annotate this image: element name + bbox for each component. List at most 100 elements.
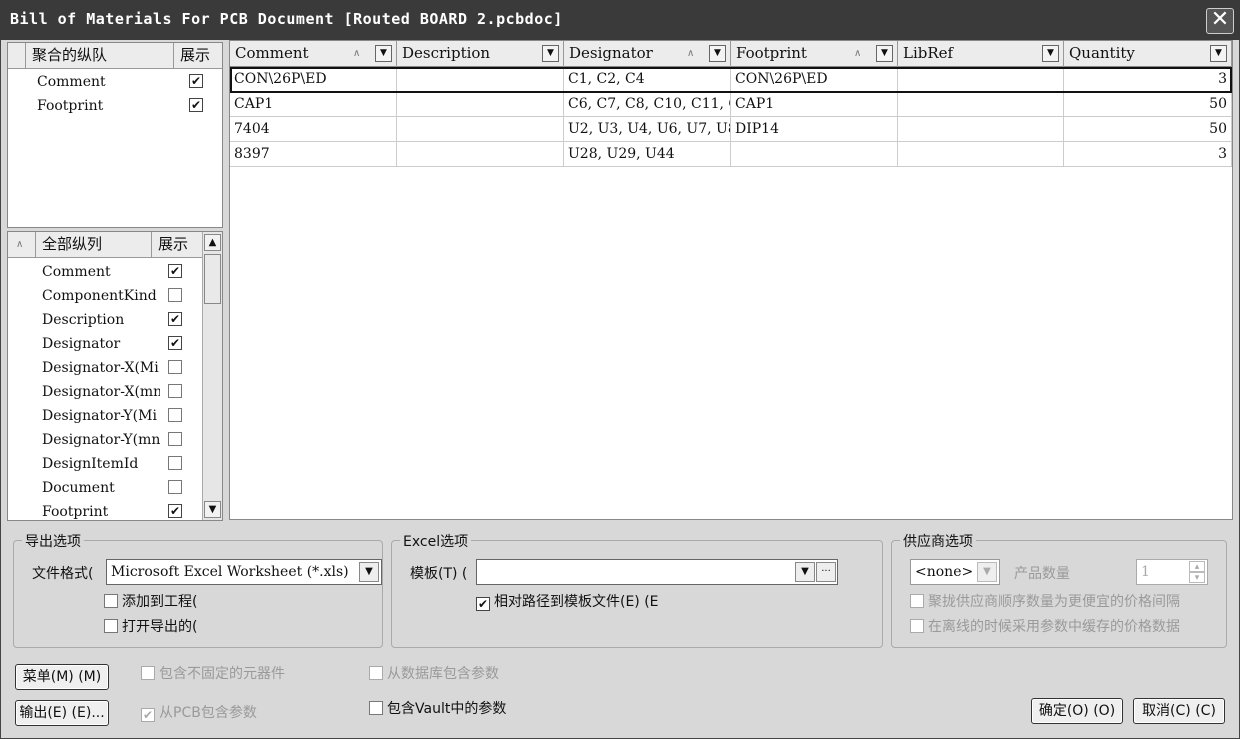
all-columns-name-header[interactable]: 全部纵列 [36, 232, 152, 258]
close-icon[interactable]: ✕ [1206, 8, 1234, 34]
table-cell[interactable]: 50 [1064, 117, 1232, 142]
spin-up-icon[interactable]: ▴ [1189, 561, 1205, 572]
show-checkbox[interactable]: ✔ [168, 336, 182, 350]
offline-cache-checkbox[interactable]: 在离线的时候采用参数中缓存的价格数据 [910, 618, 1222, 636]
scroll-down-icon[interactable]: ▼ [204, 501, 221, 518]
all-column-row[interactable]: Designator-X(mn [8, 380, 204, 404]
table-cell[interactable]: CON\26P\ED [731, 67, 898, 92]
filter-dropdown-icon[interactable]: ▼ [375, 45, 392, 62]
show-checkbox[interactable]: ✔ [189, 74, 203, 88]
scroll-thumb[interactable] [204, 254, 221, 304]
filter-dropdown-icon[interactable]: ▼ [542, 45, 559, 62]
column-header-description[interactable]: Description ▼ [397, 41, 564, 67]
grouped-column-row[interactable]: Footprint ✔ [8, 94, 222, 118]
table-cell[interactable]: 7404 [230, 117, 397, 142]
table-cell[interactable] [397, 92, 564, 117]
relative-path-checkbox[interactable]: ✔ 相对路径到模板文件(E) (E [476, 593, 659, 611]
cancel-button[interactable]: 取消(C) (C) [1133, 698, 1225, 724]
grouped-columns-show-header[interactable]: 展示 [174, 43, 222, 69]
table-cell[interactable]: 50 [1064, 92, 1232, 117]
checkbox-box[interactable]: ✔ [141, 708, 155, 722]
menu-button[interactable]: 菜单(M) (M) [15, 664, 109, 690]
show-checkbox[interactable]: ✔ [189, 98, 203, 112]
chevron-down-icon[interactable]: ▼ [795, 562, 815, 582]
all-column-row[interactable]: Designator-Y(Mi [8, 404, 204, 428]
open-exported-checkbox[interactable]: 打开导出的( [104, 618, 197, 636]
grouped-column-row[interactable]: Comment ✔ [8, 70, 222, 94]
checkbox-box[interactable]: ✔ [476, 597, 490, 611]
table-cell[interactable] [397, 142, 564, 167]
include-pcb-params-checkbox[interactable]: ✔ 从PCB包含参数 [141, 704, 257, 722]
spin-down-icon[interactable]: ▾ [1189, 572, 1205, 583]
all-column-row[interactable]: Footprint ✔ [8, 500, 204, 520]
show-checkbox[interactable] [168, 432, 182, 446]
grouped-columns-name-header[interactable]: 聚合的纵队 [26, 43, 174, 69]
checkbox-box[interactable] [141, 666, 155, 680]
table-cell[interactable] [397, 67, 564, 92]
table-cell[interactable]: C1, C2, C4 [564, 67, 731, 92]
include-db-params-checkbox[interactable]: 从数据库包含参数 [369, 665, 499, 683]
show-checkbox[interactable] [168, 360, 182, 374]
chevron-down-icon[interactable]: ▼ [359, 562, 379, 582]
table-cell[interactable]: U2, U3, U4, U6, U7, U8 [564, 117, 731, 142]
all-column-row[interactable]: Designator ✔ [8, 332, 204, 356]
table-cell[interactable] [898, 117, 1064, 142]
include-unfixed-checkbox[interactable]: 包含不固定的元器件 [141, 665, 285, 683]
show-checkbox[interactable] [168, 480, 182, 494]
all-column-row[interactable]: Designator-Y(mn [8, 428, 204, 452]
column-header-footprint[interactable]: Footprint ∧ ▼ [731, 41, 898, 67]
show-checkbox[interactable]: ✔ [168, 504, 182, 518]
table-cell[interactable]: U28, U29, U44 [564, 142, 731, 167]
all-column-row[interactable]: Comment ✔ [8, 260, 204, 284]
table-cell[interactable] [731, 142, 898, 167]
table-cell[interactable]: 3 [1064, 67, 1232, 92]
file-format-select[interactable]: Microsoft Excel Worksheet (*.xls) ▼ [106, 559, 382, 585]
table-cell[interactable]: 8397 [230, 142, 397, 167]
checkbox-box[interactable] [104, 594, 118, 608]
all-column-row[interactable]: Document [8, 476, 204, 500]
all-column-row[interactable]: Designator-X(Mi [8, 356, 204, 380]
all-column-row[interactable]: DesignItemId [8, 452, 204, 476]
column-header-designator[interactable]: Designator ∧ ▼ [564, 41, 731, 67]
supplier-select[interactable]: <none> ▼ [910, 559, 1000, 585]
product-qty-stepper[interactable]: 1 ▴ ▾ [1136, 559, 1208, 585]
filter-dropdown-icon[interactable]: ▼ [1210, 45, 1227, 62]
filter-dropdown-icon[interactable]: ▼ [1042, 45, 1059, 62]
show-checkbox[interactable] [168, 384, 182, 398]
export-button[interactable]: 输出(E) (E)... [15, 700, 109, 726]
show-checkbox[interactable]: ✔ [168, 312, 182, 326]
ok-button[interactable]: 确定(O) (O) [1031, 698, 1123, 724]
all-column-row[interactable]: ComponentKind [8, 284, 204, 308]
show-checkbox[interactable]: ✔ [168, 264, 182, 278]
table-cell[interactable] [898, 92, 1064, 117]
all-columns-show-header[interactable]: 展示 [152, 232, 204, 258]
table-cell[interactable]: DIP14 [731, 117, 898, 142]
column-header-libref[interactable]: LibRef ▼ [898, 41, 1064, 67]
template-select[interactable]: ▼ ··· [476, 559, 838, 585]
checkbox-box[interactable] [910, 619, 924, 633]
chevron-down-icon[interactable]: ▼ [977, 562, 997, 582]
add-to-project-checkbox[interactable]: 添加到工程( [104, 593, 197, 611]
table-cell[interactable]: C6, C7, C8, C10, C11, C [564, 92, 731, 117]
aggregate-supplier-checkbox[interactable]: 聚拢供应商顺序数量为更便宜的价格间隔 [910, 593, 1222, 611]
column-header-comment[interactable]: Comment ∧ ▼ [230, 41, 397, 67]
all-columns-scrollbar[interactable]: ▲ ▼ [202, 232, 222, 520]
include-vault-params-checkbox[interactable]: 包含Vault中的参数 [369, 700, 506, 718]
checkbox-box[interactable] [369, 701, 383, 715]
table-cell[interactable]: CAP1 [731, 92, 898, 117]
scroll-up-icon[interactable]: ▲ [204, 234, 221, 251]
filter-dropdown-icon[interactable]: ▼ [709, 45, 726, 62]
column-header-quantity[interactable]: Quantity ▼ [1064, 41, 1232, 67]
browse-icon[interactable]: ··· [816, 562, 836, 582]
table-cell[interactable]: CON\26P\ED [230, 67, 397, 92]
table-cell[interactable]: CAP1 [230, 92, 397, 117]
show-checkbox[interactable] [168, 288, 182, 302]
table-cell[interactable]: 3 [1064, 142, 1232, 167]
table-cell[interactable] [397, 117, 564, 142]
show-checkbox[interactable] [168, 456, 182, 470]
table-cell[interactable] [898, 67, 1064, 92]
table-cell[interactable] [898, 142, 1064, 167]
checkbox-box[interactable] [104, 619, 118, 633]
filter-dropdown-icon[interactable]: ▼ [876, 45, 893, 62]
show-checkbox[interactable] [168, 408, 182, 422]
